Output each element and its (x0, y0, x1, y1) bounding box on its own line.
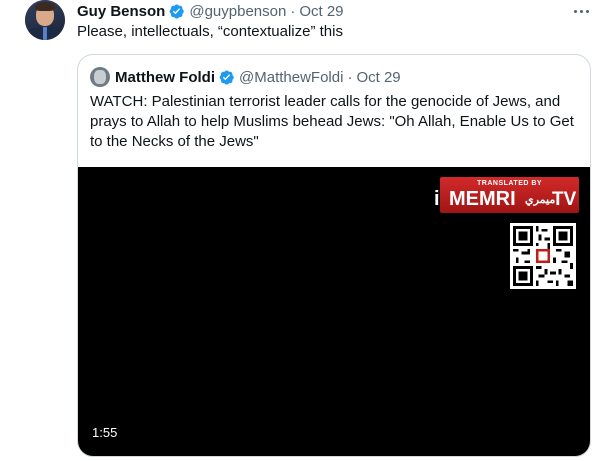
quote-author-handle[interactable]: @MatthewFoldi (239, 69, 343, 86)
quoted-tweet[interactable]: Matthew Foldi @MatthewFoldi · Oct 29 WAT… (77, 54, 591, 457)
video-duration: 1:55 (92, 425, 118, 440)
avatar[interactable] (25, 0, 65, 40)
separator-dot: · (347, 68, 353, 86)
video-player[interactable]: i TRANSLATED BY MEMRI ميمري TV 1:55 (78, 167, 590, 456)
separator-dot: · (290, 2, 296, 20)
quote-author-name[interactable]: Matthew Foldi (115, 69, 215, 86)
tweet-timestamp[interactable]: Oct 29 (299, 3, 343, 20)
quote-header: Matthew Foldi @MatthewFoldi · Oct 29 (90, 67, 401, 87)
quote-avatar[interactable] (90, 67, 110, 87)
verified-badge-icon (170, 3, 185, 19)
more-options-icon[interactable] (570, 1, 592, 21)
author-handle[interactable]: @guypbenson (189, 3, 286, 20)
quote-timestamp[interactable]: Oct 29 (356, 69, 400, 86)
tweet-header: Guy Benson @guypbenson · Oct 29 (77, 1, 344, 21)
tweet[interactable]: Guy Benson @guypbenson · Oct 29 Please, … (0, 0, 616, 461)
verified-badge-icon (219, 69, 234, 85)
quote-text: WATCH: Palestinian terrorist leader call… (90, 93, 574, 150)
qr-code-icon (510, 223, 576, 289)
memri-tv-logo: i TRANSLATED BY MEMRI ميمري TV (434, 177, 579, 213)
author-name[interactable]: Guy Benson (77, 3, 165, 20)
tweet-text: Please, intellectuals, “contextualize” t… (77, 23, 343, 40)
